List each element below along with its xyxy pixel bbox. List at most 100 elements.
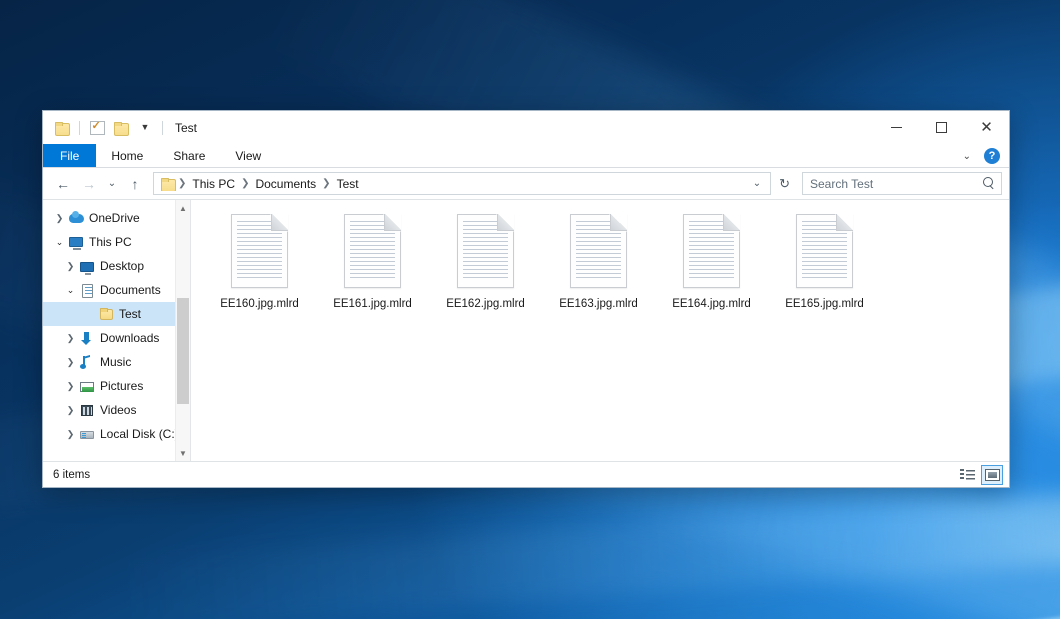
sidebar-item-test[interactable]: Test bbox=[43, 302, 190, 326]
file-name: EE161.jpg.mlrd bbox=[333, 298, 412, 310]
generic-document-icon bbox=[457, 214, 514, 288]
sidebar-item-label: Test bbox=[119, 307, 141, 321]
file-list-view[interactable]: EE160.jpg.mlrd EE161.jpg.mlrd EE162.jpg.… bbox=[191, 200, 1009, 461]
scroll-down-icon[interactable]: ▼ bbox=[176, 445, 190, 461]
new-folder-icon[interactable] bbox=[111, 118, 131, 138]
file-name: EE163.jpg.mlrd bbox=[559, 298, 638, 310]
sidebar-item-label: Pictures bbox=[100, 379, 143, 393]
details-view-icon bbox=[960, 469, 975, 481]
chevron-right-icon[interactable]: ❯ bbox=[62, 405, 79, 416]
help-icon[interactable]: ? bbox=[984, 148, 1000, 164]
breadcrumb-item-documents[interactable]: Documents bbox=[250, 177, 321, 191]
sidebar-item-downloads[interactable]: ❯ Downloads bbox=[43, 326, 190, 350]
videos-icon bbox=[79, 403, 96, 418]
sidebar-item-music[interactable]: ❯ Music bbox=[43, 350, 190, 374]
file-grid: EE160.jpg.mlrd EE161.jpg.mlrd EE162.jpg.… bbox=[203, 210, 1009, 330]
back-button[interactable]: ← bbox=[51, 172, 75, 196]
generic-document-icon bbox=[683, 214, 740, 288]
sidebar-item-videos[interactable]: ❯ Videos bbox=[43, 398, 190, 422]
chevron-right-icon[interactable]: ❯ bbox=[62, 357, 79, 368]
onedrive-icon bbox=[68, 211, 85, 226]
forward-button[interactable]: → bbox=[77, 172, 101, 196]
large-icons-view-icon bbox=[985, 469, 1000, 481]
chevron-down-icon[interactable]: ⌄ bbox=[62, 285, 79, 296]
up-button[interactable]: ↑ bbox=[123, 172, 147, 196]
search-input[interactable] bbox=[810, 177, 983, 191]
maximize-button[interactable] bbox=[919, 111, 964, 144]
sidebar-item-local-disk-c[interactable]: ❯ Local Disk (C:) bbox=[43, 422, 190, 446]
tab-home[interactable]: Home bbox=[96, 144, 158, 167]
chevron-down-icon[interactable]: ⌄ bbox=[958, 151, 976, 162]
breadcrumb-item-this-pc[interactable]: This PC bbox=[187, 177, 240, 191]
desktop: ▼ Test ✕ File Home Share View ⌄ ? ← → bbox=[0, 0, 1060, 619]
quick-access-toolbar: ▼ bbox=[43, 118, 166, 138]
this-pc-icon bbox=[68, 235, 85, 250]
sidebar-item-onedrive[interactable]: ❯ OneDrive bbox=[43, 206, 190, 230]
tab-view[interactable]: View bbox=[220, 144, 276, 167]
local-disk-icon bbox=[79, 427, 96, 442]
sidebar-item-label: Desktop bbox=[100, 259, 144, 273]
scroll-up-icon[interactable]: ▲ bbox=[176, 200, 190, 216]
chevron-right-icon[interactable]: ❯ bbox=[62, 261, 79, 272]
breadcrumb-item-test[interactable]: Test bbox=[332, 177, 364, 191]
properties-icon[interactable] bbox=[87, 118, 107, 138]
file-name: EE165.jpg.mlrd bbox=[785, 298, 864, 310]
breadcrumb-separator: ❯ bbox=[177, 178, 187, 189]
title-bar: ▼ Test ✕ bbox=[43, 111, 1009, 144]
chevron-down-icon[interactable]: ⌄ bbox=[51, 237, 68, 248]
navigation-pane: ❯ OneDrive ⌄ This PC ❯ Desktop bbox=[43, 200, 191, 461]
sidebar-item-label: This PC bbox=[89, 235, 132, 249]
file-item[interactable]: EE162.jpg.mlrd bbox=[429, 210, 542, 330]
tab-file[interactable]: File bbox=[43, 144, 96, 167]
tab-share[interactable]: Share bbox=[158, 144, 220, 167]
generic-document-icon bbox=[231, 214, 288, 288]
search-icon[interactable] bbox=[983, 177, 996, 190]
details-view-button[interactable] bbox=[956, 465, 978, 485]
file-item[interactable]: EE165.jpg.mlrd bbox=[768, 210, 881, 330]
scrollbar-thumb[interactable] bbox=[177, 298, 189, 404]
address-bar-row: ← → ⌄ ↑ ❯ This PC ❯ Documents ❯ Test ⌄ ↻ bbox=[43, 168, 1009, 199]
breadcrumb-separator: ❯ bbox=[321, 178, 331, 189]
sidebar-item-label: Videos bbox=[100, 403, 136, 417]
recent-locations-icon[interactable]: ⌄ bbox=[103, 172, 121, 196]
generic-document-icon bbox=[570, 214, 627, 288]
breadcrumb-separator: ❯ bbox=[240, 178, 250, 189]
sidebar-item-label: OneDrive bbox=[89, 211, 140, 225]
downloads-icon bbox=[79, 331, 96, 346]
search-box[interactable] bbox=[802, 172, 1002, 195]
navigation-pane-scrollbar[interactable]: ▲ ▼ bbox=[175, 200, 190, 461]
file-item[interactable]: EE161.jpg.mlrd bbox=[316, 210, 429, 330]
folder-icon[interactable] bbox=[52, 118, 72, 138]
file-name: EE162.jpg.mlrd bbox=[446, 298, 525, 310]
file-item[interactable]: EE160.jpg.mlrd bbox=[203, 210, 316, 330]
customize-caret-icon[interactable]: ▼ bbox=[135, 118, 155, 138]
file-item[interactable]: EE163.jpg.mlrd bbox=[542, 210, 655, 330]
chevron-right-icon[interactable]: ❯ bbox=[62, 381, 79, 392]
sidebar-item-documents[interactable]: ⌄ Documents bbox=[43, 278, 190, 302]
chevron-right-icon[interactable]: ❯ bbox=[62, 333, 79, 344]
file-item[interactable]: EE164.jpg.mlrd bbox=[655, 210, 768, 330]
view-mode-buttons bbox=[956, 465, 1003, 485]
folder-tree: ❯ OneDrive ⌄ This PC ❯ Desktop bbox=[43, 200, 190, 446]
sidebar-item-this-pc[interactable]: ⌄ This PC bbox=[43, 230, 190, 254]
sidebar-item-pictures[interactable]: ❯ Pictures bbox=[43, 374, 190, 398]
folder-icon bbox=[98, 307, 115, 322]
minimize-button[interactable] bbox=[874, 111, 919, 144]
scrollbar-track[interactable] bbox=[176, 216, 190, 445]
file-name: EE160.jpg.mlrd bbox=[220, 298, 299, 310]
chevron-right-icon[interactable]: ❯ bbox=[62, 429, 79, 440]
address-bar[interactable]: ❯ This PC ❯ Documents ❯ Test ⌄ bbox=[153, 172, 771, 195]
desktop-icon bbox=[79, 259, 96, 274]
refresh-icon[interactable]: ↻ bbox=[773, 176, 796, 192]
pictures-icon bbox=[79, 379, 96, 394]
window-controls: ✕ bbox=[874, 111, 1009, 144]
ribbon-right-controls: ⌄ ? bbox=[958, 144, 1005, 168]
large-icons-view-button[interactable] bbox=[981, 465, 1003, 485]
close-button[interactable]: ✕ bbox=[964, 111, 1009, 144]
chevron-right-icon[interactable]: ❯ bbox=[51, 213, 68, 224]
sidebar-item-desktop[interactable]: ❯ Desktop bbox=[43, 254, 190, 278]
status-bar: 6 items bbox=[43, 461, 1009, 487]
address-dropdown-icon[interactable]: ⌄ bbox=[747, 178, 767, 189]
breadcrumb-folder-icon bbox=[161, 178, 175, 190]
window-title: Test bbox=[175, 121, 197, 135]
